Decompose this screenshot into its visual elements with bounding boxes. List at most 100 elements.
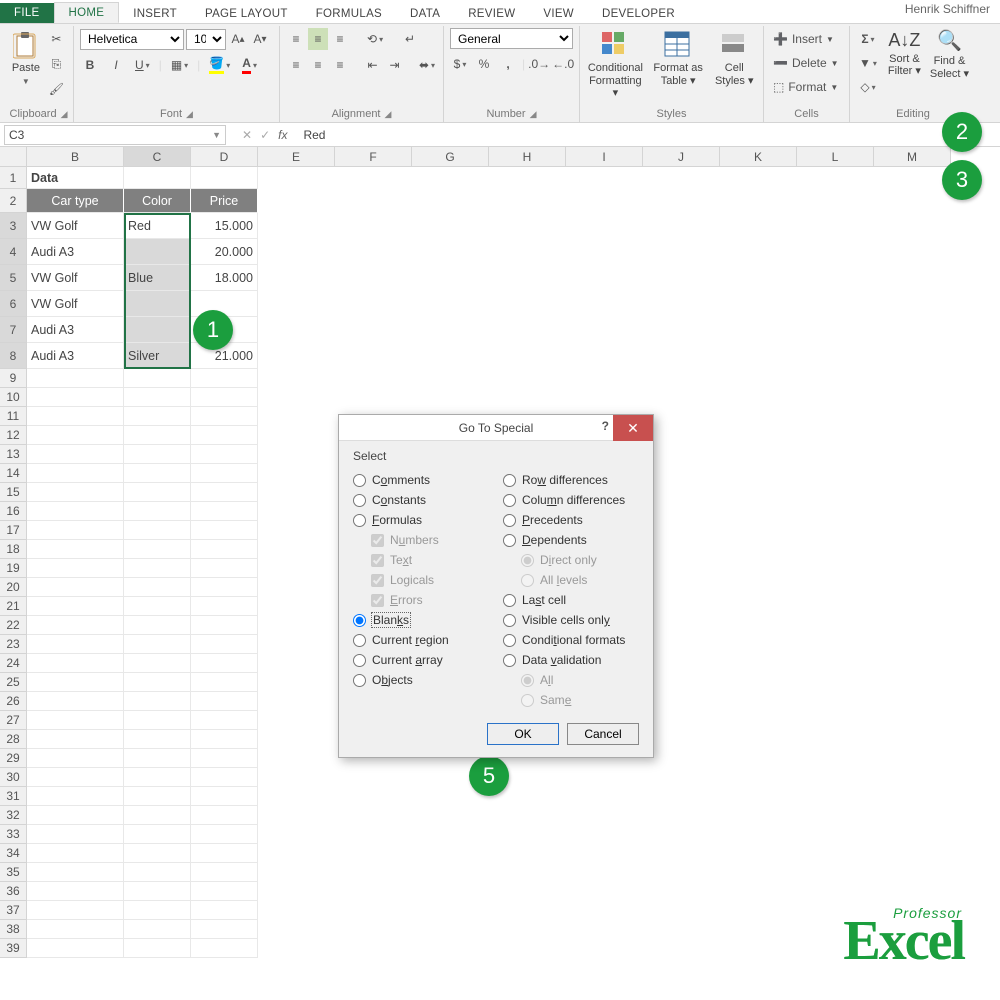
col-header[interactable]: L — [797, 147, 874, 166]
row-header[interactable]: 26 — [0, 692, 26, 711]
copy-button[interactable]: ⎘ — [46, 53, 67, 75]
clipboard-launcher[interactable]: ◢ — [61, 109, 68, 120]
radio-constants[interactable]: Constants — [353, 493, 489, 507]
autosum-button[interactable]: Σ — [856, 28, 880, 50]
cell-price[interactable]: 15.000 — [191, 213, 258, 239]
find-select-button[interactable]: 🔍 Find & Select ▾ — [929, 28, 970, 98]
radio-objects[interactable]: Objects — [353, 673, 489, 687]
cell-cartype[interactable]: VW Golf — [27, 291, 124, 317]
decrease-indent-button[interactable]: ⇤ — [363, 54, 383, 76]
row-header[interactable]: 19 — [0, 559, 26, 578]
cell-styles-button[interactable]: Cell Styles ▾ — [712, 28, 757, 100]
row-header[interactable]: 16 — [0, 502, 26, 521]
header-price[interactable]: Price — [191, 189, 258, 213]
increase-font-button[interactable]: A▴ — [228, 28, 248, 50]
row-header[interactable]: 20 — [0, 578, 26, 597]
radio-col-diff[interactable]: Column differences — [503, 493, 639, 507]
row-header[interactable]: 34 — [0, 844, 26, 863]
col-header[interactable]: C — [124, 147, 191, 166]
row-header[interactable]: 39 — [0, 939, 26, 958]
row-header[interactable]: 29 — [0, 749, 26, 768]
cell-cartype[interactable]: Audi A3 — [27, 317, 124, 343]
row-header[interactable]: 11 — [0, 407, 26, 426]
decrease-font-button[interactable]: A▾ — [250, 28, 270, 50]
row-header[interactable]: 27 — [0, 711, 26, 730]
formula-input[interactable]: Red — [297, 128, 1000, 142]
row-header[interactable]: 33 — [0, 825, 26, 844]
radio-comments[interactable]: Comments — [353, 473, 489, 487]
row-header[interactable]: 23 — [0, 635, 26, 654]
ok-button[interactable]: OK — [487, 723, 559, 745]
header-cartype[interactable]: Car type — [27, 189, 124, 213]
cell-cartype[interactable]: VW Golf — [27, 213, 124, 239]
tab-page-layout[interactable]: PAGE LAYOUT — [191, 4, 302, 23]
row-header[interactable]: 6 — [0, 291, 26, 317]
radio-conditional-formats[interactable]: Conditional formats — [503, 633, 639, 647]
format-painter-button[interactable]: 🖌 — [46, 78, 67, 100]
enter-formula-button[interactable]: ✓ — [260, 128, 270, 142]
cell-price[interactable]: 18.000 — [191, 265, 258, 291]
row-header[interactable]: 38 — [0, 920, 26, 939]
row-header[interactable]: 24 — [0, 654, 26, 673]
name-box[interactable]: C3▼ — [4, 125, 226, 145]
cell-color[interactable] — [124, 239, 191, 265]
conditional-formatting-button[interactable]: Conditional Formatting ▾ — [586, 28, 645, 100]
radio-current-array[interactable]: Current array — [353, 653, 489, 667]
row-header[interactable]: 5 — [0, 265, 26, 291]
delete-cells-button[interactable]: ➖Delete▼ — [770, 52, 850, 74]
align-center-button[interactable]: ≡ — [308, 54, 328, 76]
cut-button[interactable]: ✂ — [46, 28, 67, 50]
cell-cartype[interactable]: Audi A3 — [27, 239, 124, 265]
alignment-launcher[interactable]: ◢ — [385, 109, 392, 120]
row-header[interactable]: 25 — [0, 673, 26, 692]
font-name-select[interactable]: Helvetica — [80, 29, 184, 50]
cell-data-title[interactable]: Data — [27, 167, 124, 189]
row-header[interactable]: 1 — [0, 167, 26, 189]
cell-color[interactable]: Silver — [124, 343, 191, 369]
row-header[interactable]: 31 — [0, 787, 26, 806]
row-header[interactable]: 2 — [0, 189, 26, 213]
tab-file[interactable]: FILE — [0, 3, 54, 23]
cell-price[interactable]: 21.000 — [191, 343, 258, 369]
col-header[interactable]: I — [566, 147, 643, 166]
row-header[interactable]: 8 — [0, 343, 26, 369]
col-header[interactable]: K — [720, 147, 797, 166]
select-all-corner[interactable] — [0, 147, 27, 167]
row-header[interactable]: 18 — [0, 540, 26, 559]
radio-formulas[interactable]: Formulas — [353, 513, 489, 527]
decrease-decimal-button[interactable]: ←.0 — [553, 53, 573, 75]
font-launcher[interactable]: ◢ — [186, 109, 193, 120]
radio-dependents[interactable]: Dependents — [503, 533, 639, 547]
cell-color[interactable]: Red — [124, 213, 191, 239]
row-header[interactable]: 12 — [0, 426, 26, 445]
cell-cartype[interactable]: Audi A3 — [27, 343, 124, 369]
format-as-table-button[interactable]: Format as Table ▾ — [649, 28, 708, 100]
borders-button[interactable]: ▦ — [168, 54, 191, 76]
row-header[interactable]: 3 — [0, 213, 26, 239]
row-header[interactable]: 30 — [0, 768, 26, 787]
row-header[interactable]: 36 — [0, 882, 26, 901]
row-header[interactable]: 4 — [0, 239, 26, 265]
sort-filter-button[interactable]: A↓Z Sort & Filter ▾ — [884, 28, 925, 98]
fill-button[interactable]: ▼ — [856, 52, 880, 74]
tab-data[interactable]: DATA — [396, 4, 454, 23]
col-header[interactable]: G — [412, 147, 489, 166]
col-header[interactable]: H — [489, 147, 566, 166]
fx-button[interactable]: fx — [278, 128, 287, 142]
col-header[interactable]: D — [191, 147, 258, 166]
font-color-button[interactable]: A — [239, 54, 260, 76]
radio-precedents[interactable]: Precedents — [503, 513, 639, 527]
underline-button[interactable]: U — [132, 54, 153, 76]
fill-color-button[interactable]: 🪣 — [206, 54, 233, 76]
row-header[interactable]: 10 — [0, 388, 26, 407]
tab-home[interactable]: HOME — [54, 2, 120, 23]
radio-current-region[interactable]: Current region — [353, 633, 489, 647]
row-header[interactable]: 15 — [0, 483, 26, 502]
dialog-title-bar[interactable]: Go To Special ? ✕ — [339, 415, 653, 441]
tab-view[interactable]: VIEW — [529, 4, 588, 23]
cancel-formula-button[interactable]: ✕ — [242, 128, 252, 142]
font-size-select[interactable]: 10 — [186, 29, 226, 50]
radio-last-cell[interactable]: Last cell — [503, 593, 639, 607]
number-launcher[interactable]: ◢ — [530, 109, 537, 120]
orientation-button[interactable]: ⟲ — [364, 28, 386, 50]
